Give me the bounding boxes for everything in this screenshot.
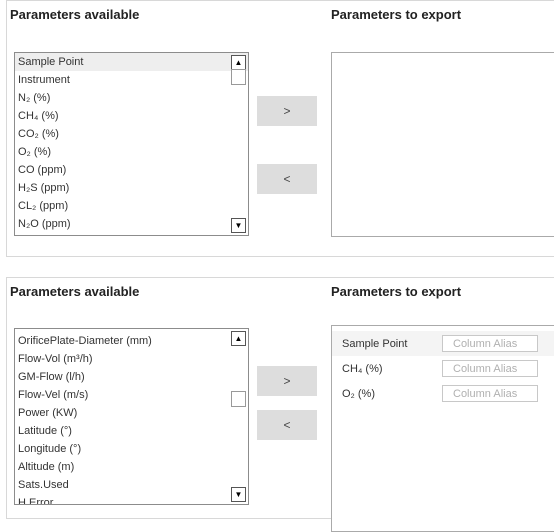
export-item-label: CH₄ (%) — [342, 362, 383, 375]
scrollbar-thumb[interactable] — [231, 69, 246, 85]
column-alias-input[interactable] — [442, 335, 538, 352]
list-item[interactable]: Altitude (m) — [15, 458, 248, 476]
bottom-export-panel: Parameters available Parameters to expor… — [6, 277, 554, 532]
export-list[interactable]: Sample Point CH₄ (%) O₂ (%) — [331, 325, 554, 532]
export-list[interactable] — [331, 52, 554, 237]
export-item-label: O₂ (%) — [342, 387, 375, 400]
available-header: Parameters available — [10, 7, 140, 22]
add-to-export-button[interactable]: > — [257, 96, 317, 126]
list-item[interactable]: H₂S (ppm) — [15, 179, 248, 197]
top-export-panel: Parameters available Parameters to expor… — [6, 0, 554, 257]
add-to-export-button[interactable]: > — [257, 366, 317, 396]
available-header: Parameters available — [10, 284, 140, 299]
list-item[interactable]: OrificePlate-Diameter (mm) — [15, 332, 248, 350]
list-item[interactable]: GM-Flow (l/h) — [15, 368, 248, 386]
list-item[interactable]: Flow-Vol (m³/h) — [15, 350, 248, 368]
export-row[interactable]: CH₄ (%) — [332, 356, 554, 381]
list-item[interactable]: CH₄ (%) — [15, 107, 248, 125]
list-item[interactable]: Sample Point — [15, 53, 248, 71]
scroll-up-icon[interactable]: ▲ — [231, 331, 246, 346]
export-row[interactable]: Sample Point — [332, 331, 554, 356]
column-alias-input[interactable] — [442, 385, 538, 402]
list-item[interactable]: Flow-Vel (m/s) — [15, 386, 248, 404]
list-item[interactable]: Instrument — [15, 71, 248, 89]
scrollbar-thumb[interactable] — [231, 391, 246, 407]
list-item[interactable]: Longitude (°) — [15, 440, 248, 458]
list-item[interactable]: CL₂ (ppm) — [15, 197, 248, 215]
export-header: Parameters to export — [331, 7, 462, 22]
list-item[interactable]: O₂ (%) — [15, 143, 248, 161]
remove-from-export-button[interactable]: < — [257, 164, 317, 194]
list-item[interactable]: Latitude (°) — [15, 422, 248, 440]
scroll-up-icon[interactable]: ▲ — [231, 55, 246, 70]
scroll-down-icon[interactable]: ▼ — [231, 218, 246, 233]
list-item[interactable]: CO₂ (%) — [15, 125, 248, 143]
export-row[interactable]: O₂ (%) — [332, 381, 554, 406]
list-item[interactable]: Power (KW) — [15, 404, 248, 422]
remove-from-export-button[interactable]: < — [257, 410, 317, 440]
export-header: Parameters to export — [331, 284, 462, 299]
export-item-label: Sample Point — [342, 337, 408, 350]
list-item[interactable]: CO (ppm) — [15, 161, 248, 179]
list-item[interactable]: N₂O (ppm) — [15, 215, 248, 233]
column-alias-input[interactable] — [442, 360, 538, 377]
list-item[interactable]: N₂ (%) — [15, 89, 248, 107]
list-item[interactable]: Sats.Used — [15, 476, 248, 494]
available-list[interactable]: Sample Point Instrument N₂ (%) CH₄ (%) CO₂ (… — [14, 52, 249, 236]
available-list[interactable]: OrificePlate-Diameter (mm) Flow-Vol (m³/h… — [14, 328, 249, 505]
